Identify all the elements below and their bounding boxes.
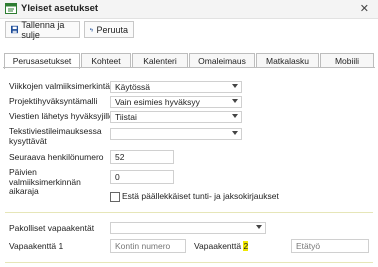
field1-input[interactable]: Kontin numero	[110, 239, 186, 253]
text-sign-label: Tekstiviestileimauksessa kysyttävät	[9, 126, 102, 146]
field2-label-number: 2	[243, 241, 249, 251]
next-person-input[interactable]: 52	[110, 150, 174, 164]
divider-bottom	[5, 262, 373, 263]
days-time-input[interactable]: 0	[110, 170, 174, 184]
chevron-down-icon	[232, 99, 238, 103]
save-label: Tallenna ja sulje	[21, 19, 65, 40]
chevron-down-icon	[232, 84, 238, 88]
overlap-checkbox[interactable]	[110, 192, 120, 202]
send-day-value: Tiistai	[115, 112, 137, 122]
send-day-label: Viestien lähetys hyväksyjille	[9, 111, 114, 121]
undo-icon	[90, 27, 94, 32]
close-icon[interactable]: ✕	[360, 2, 369, 15]
title-bar: Yleiset asetukset ✕	[0, 0, 378, 19]
chevron-down-icon	[232, 114, 238, 118]
tab-omaleimaus[interactable]: Omaleimaus	[189, 53, 255, 68]
tab-kohteet[interactable]: Kohteet	[81, 53, 131, 68]
chevron-down-icon	[256, 225, 262, 229]
weekly-value: Käytössä	[115, 82, 150, 92]
window-title: Yleiset asetukset	[21, 3, 99, 14]
required-fields-label: Pakolliset vapaakentät	[9, 223, 95, 233]
weekly-label: Viikkojen valmiiksimerkintä	[9, 81, 110, 91]
field2-label: Vapaakenttä 2	[194, 241, 249, 252]
save-icon	[11, 25, 19, 34]
cancel-button[interactable]: Peruuta	[84, 21, 134, 38]
tab-bar: Perusasetukset Kohteet Kalenteri Omaleim…	[3, 53, 375, 69]
tab-underline	[3, 67, 375, 68]
tab-matkalasku[interactable]: Matkalasku	[256, 53, 319, 68]
project-value: Vain esimies hyväksyy	[115, 97, 200, 107]
project-select[interactable]: Vain esimies hyväksyy	[110, 96, 242, 108]
toolbar: Tallenna ja sulje Peruuta	[0, 19, 378, 41]
chevron-down-icon	[232, 131, 238, 135]
text-sign-select[interactable]	[110, 128, 242, 140]
settings-window-icon	[5, 3, 17, 14]
overlap-label: Estä päällekkäiset tunti- ja jaksokirjau…	[122, 191, 279, 201]
days-time-label: Päivien valmiiksimerkinnän aikaraja	[9, 167, 81, 196]
send-day-select[interactable]: Tiistai	[110, 111, 242, 123]
tab-mobiili[interactable]: Mobiili	[320, 53, 374, 68]
tab-kalenteri[interactable]: Kalenteri	[132, 53, 188, 68]
field2-label-text: Vapaakenttä	[194, 241, 244, 251]
cancel-label: Peruuta	[96, 24, 128, 35]
field2-input[interactable]: Etätyö	[291, 239, 369, 253]
divider	[5, 212, 373, 213]
next-person-label: Seuraava henkilönumero	[9, 152, 104, 162]
field1-label: Vapaakenttä 1	[9, 241, 64, 251]
weekly-select[interactable]: Käytössä	[110, 81, 242, 93]
required-fields-select[interactable]	[110, 222, 266, 234]
save-and-close-button[interactable]: Tallenna ja sulje	[5, 19, 80, 40]
project-label: Projektihyväksyntämalli	[9, 96, 98, 106]
